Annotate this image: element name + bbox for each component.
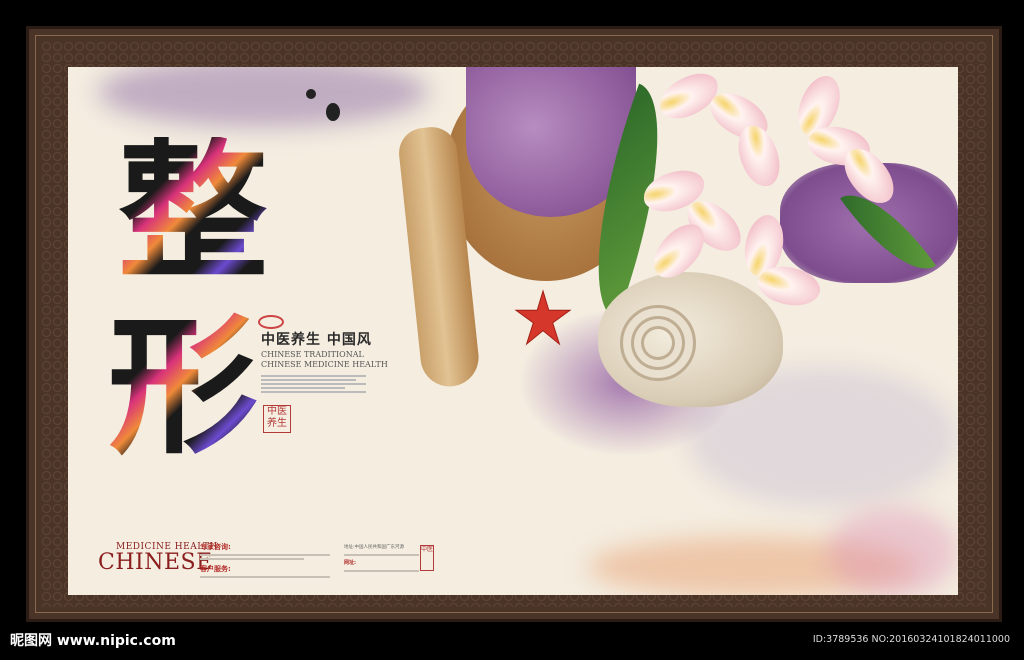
title-char-2: 形 <box>108 299 259 475</box>
footer-label: 专家咨询: <box>200 543 231 551</box>
shell-spiral <box>620 305 696 381</box>
subtitle-english-line: CHINESE MEDICINE HEALTH <box>261 360 388 369</box>
purple-wash-top <box>98 67 428 127</box>
subtitle-english: CHINESE TRADITIONAL CHINESE MEDICINE HEA… <box>261 350 388 370</box>
lily-petal <box>734 122 784 190</box>
site-watermark: 昵图网 www.nipic.com <box>10 633 176 649</box>
cloud-ornament <box>258 315 284 329</box>
footer-label: 客户服务: <box>200 565 231 573</box>
ink-dot <box>326 103 340 121</box>
poster-canvas: 整 形 中医养生 中国风 CHINESE TRADITIONAL CHINESE… <box>68 67 958 595</box>
footer-contact: 专家咨询: 客户服务: <box>200 543 330 580</box>
image-id: ID:3789536 NO:20160324101824011000 <box>812 634 1010 645</box>
brand-logo: CHINESE <box>98 550 213 575</box>
footer-seal: 中医 <box>420 545 434 571</box>
red-seal: 中医养生 <box>263 405 291 433</box>
subtitle-english-line: CHINESE TRADITIONAL <box>261 350 364 359</box>
red-starfish <box>514 289 572 346</box>
title-char-1: 整 <box>118 124 269 300</box>
body-text-placeholder <box>261 373 366 395</box>
subtitle-chinese: 中医养生 中国风 <box>261 332 372 348</box>
footer-label: 网址: <box>344 560 356 566</box>
pink-wash-bottom <box>828 507 958 595</box>
footer-address-line: 地址:中国人民共和国广东河源 <box>344 545 405 550</box>
footer-address: 地址:中国人民共和国广东河源 网址: <box>344 543 419 574</box>
ink-dot <box>306 89 316 99</box>
